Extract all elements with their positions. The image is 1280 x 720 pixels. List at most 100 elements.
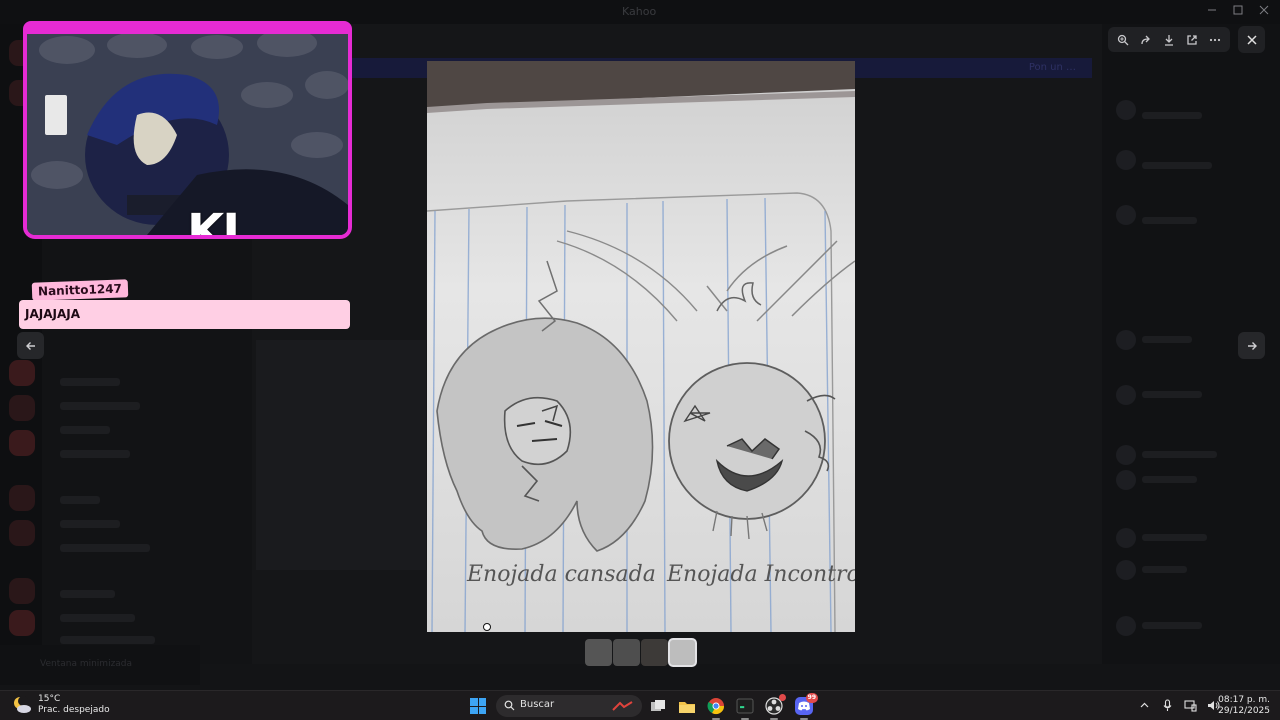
thumbnail-strip — [585, 638, 697, 667]
channel-item — [60, 544, 150, 552]
member-avatar — [1116, 205, 1136, 225]
search-icon — [504, 700, 515, 711]
member-name — [1142, 217, 1197, 224]
start-button[interactable] — [470, 698, 486, 714]
previous-image-button[interactable] — [17, 332, 44, 359]
weather-desc: Prac. despejado — [38, 705, 110, 715]
forward-button[interactable] — [1136, 30, 1156, 50]
chat-username: Nanitto1247 — [31, 279, 129, 301]
channel-item — [60, 520, 120, 528]
windows-logo-pane — [470, 698, 478, 706]
zoom-button[interactable] — [1113, 30, 1133, 50]
weather-temp: 15°C — [38, 694, 61, 704]
background-window-title: Kahoo — [622, 5, 657, 18]
embed-card — [256, 340, 426, 570]
member-avatar — [1116, 100, 1136, 120]
search-placeholder: Buscar — [520, 699, 555, 710]
arrow-left-icon — [25, 341, 35, 350]
forward-icon — [1141, 35, 1151, 44]
terminal-icon: ▬ — [736, 698, 754, 714]
moon-cloud-icon — [14, 696, 31, 713]
member-name — [1142, 566, 1187, 573]
thumbnail-4[interactable] — [668, 638, 697, 667]
member-name — [1142, 534, 1207, 541]
member-name — [1142, 336, 1192, 343]
webcam-topbar — [23, 21, 352, 34]
download-icon — [1164, 34, 1173, 46]
chrome-button[interactable] — [706, 696, 726, 720]
windows-logo-pane — [470, 706, 478, 714]
member-name — [1142, 451, 1217, 458]
obs-recording-dot — [779, 694, 786, 701]
microphone-icon[interactable] — [1161, 699, 1174, 712]
member-avatar — [1116, 330, 1136, 350]
arrow-right-icon — [1247, 341, 1257, 350]
task-view-button[interactable] — [648, 696, 668, 716]
task-view-icon — [651, 700, 665, 711]
chrome-icon — [707, 698, 725, 715]
windows-logo-pane — [478, 698, 486, 706]
user-panel: Ventana minimizada — [0, 645, 200, 685]
member-name — [1142, 162, 1212, 169]
download-button[interactable] — [1159, 30, 1179, 50]
terminal-app-button[interactable]: ▬ — [735, 696, 755, 720]
obs-button[interactable] — [764, 694, 786, 720]
member-avatar — [1116, 560, 1136, 580]
system-tray — [1138, 699, 1220, 712]
server-icon — [9, 610, 35, 636]
zoom-icon — [1118, 34, 1129, 45]
system-clock[interactable]: 08:17 p. m. 29/12/2025 — [1218, 695, 1270, 717]
viewer-toolbar — [1108, 27, 1230, 52]
viewer-close-button[interactable] — [1238, 26, 1265, 53]
maximize-icon[interactable] — [1232, 4, 1244, 16]
open-external-button[interactable] — [1182, 30, 1202, 50]
member-avatar — [1116, 385, 1136, 405]
mouse-cursor — [483, 623, 491, 631]
clock-time: 08:17 p. m. — [1218, 695, 1270, 705]
right-caption-line1: Enojada Incontrolable — [666, 562, 855, 587]
next-image-button[interactable] — [1238, 332, 1265, 359]
server-icon — [9, 578, 35, 604]
drawing-photo: Enojada cansada Enojada Incontrolable — [427, 61, 855, 632]
member-avatar — [1116, 150, 1136, 170]
weather-widget[interactable]: 15°C Prac. despejado — [12, 694, 110, 716]
member-avatar — [1116, 445, 1136, 465]
member-avatar — [1116, 470, 1136, 490]
channel-item — [60, 590, 115, 598]
server-icon — [9, 485, 35, 511]
viewed-image: Enojada cansada Enojada Incontrolable — [427, 61, 855, 632]
user-status: Ventana minimizada — [40, 659, 133, 669]
thumbnail-1[interactable] — [585, 639, 612, 666]
member-name — [1142, 476, 1197, 483]
more-button[interactable] — [1205, 30, 1225, 50]
file-explorer-button[interactable] — [677, 696, 697, 716]
channel-item — [60, 636, 155, 644]
member-name — [1142, 112, 1202, 119]
taskbar-search[interactable]: Buscar — [496, 695, 642, 717]
server-icon — [9, 430, 35, 456]
channel-item — [60, 402, 140, 410]
thumbnail-3[interactable] — [641, 639, 668, 666]
server-icon — [9, 520, 35, 546]
member-name — [1142, 622, 1202, 629]
left-caption-line1: Enojada cansada — [466, 562, 656, 587]
channel-item — [60, 426, 110, 434]
discord-notification-badge: 99 — [805, 693, 818, 703]
server-icon — [9, 395, 35, 421]
chat-message: JAJAJAJA — [25, 307, 81, 321]
open-external-icon — [1187, 34, 1197, 45]
discord-button[interactable]: 99 — [794, 693, 818, 720]
more-icon — [1209, 38, 1220, 41]
webcam-overlay: KJ — [23, 21, 352, 239]
channel-item — [60, 496, 100, 504]
notice-banner-text: Pon un … — [1028, 62, 1076, 73]
thumbnail-2[interactable] — [613, 639, 640, 666]
clock-date: 29/12/2025 — [1218, 706, 1270, 716]
window-close-icon[interactable] — [1258, 4, 1270, 16]
minimize-icon[interactable] — [1206, 4, 1218, 16]
window-controls — [1206, 4, 1270, 16]
chevron-up-icon[interactable] — [1138, 699, 1151, 712]
channel-item — [60, 614, 135, 622]
webcam-tag: KJ — [187, 204, 240, 239]
network-icon[interactable] — [1184, 699, 1197, 712]
